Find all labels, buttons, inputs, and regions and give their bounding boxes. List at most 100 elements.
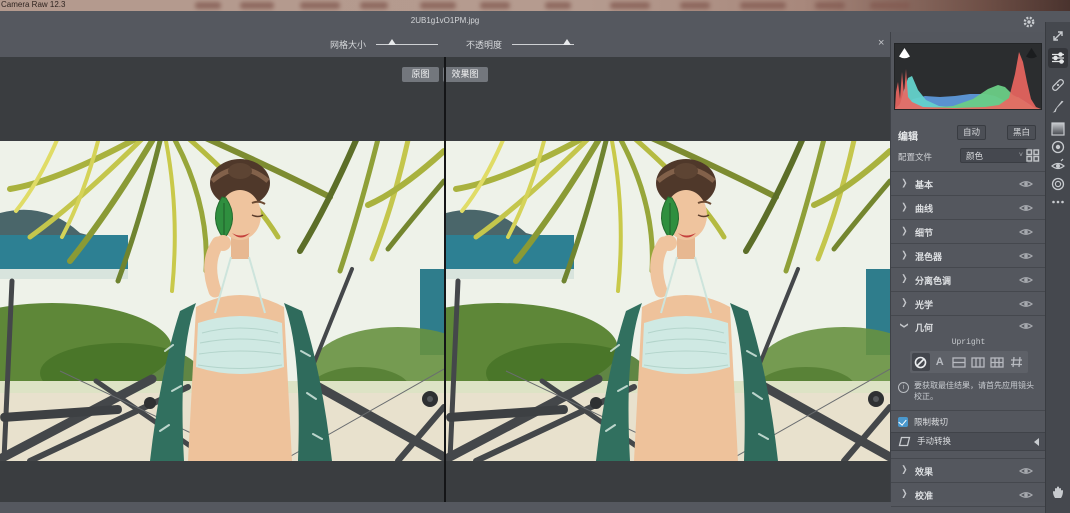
gear-icon[interactable]: [1022, 15, 1036, 29]
adjustment-brush-icon[interactable]: [1050, 99, 1066, 115]
chevron-right-icon: ❯: [901, 274, 907, 284]
edit-sidebar: 编辑 自动 黑白 配置文件 颜色 ˅ ❯ 基本: [890, 32, 1045, 502]
titlebar-blur-item: [300, 2, 340, 9]
titlebar-blur-item: [740, 2, 786, 9]
titlebar-blur-item: [870, 2, 910, 9]
edit-header: 编辑 自动 黑白: [898, 127, 1040, 143]
profile-browser-icon[interactable]: [1026, 149, 1040, 162]
red-eye-icon[interactable]: [1050, 158, 1066, 174]
eye-icon[interactable]: [1019, 490, 1033, 500]
more-options-icon[interactable]: [1050, 194, 1066, 210]
edit-tool-icon[interactable]: [1048, 48, 1068, 68]
filename-label: 2UB1g1vO1PM.jpg: [0, 16, 890, 25]
edit-title: 编辑: [898, 132, 918, 143]
transform-icon: [898, 436, 911, 447]
checkbox-checked-icon[interactable]: [898, 417, 908, 427]
eye-icon[interactable]: [1019, 203, 1033, 213]
geometry-info: i 要获取最佳结果，请首先应用镜头校正。: [891, 373, 1046, 409]
chevron-right-icon: ❯: [901, 202, 907, 212]
chevron-right-icon: ❯: [901, 488, 907, 498]
chevron-right-icon: ❯: [901, 464, 907, 474]
section-optics[interactable]: ❯ 光学: [891, 291, 1046, 315]
hand-tool-icon[interactable]: [1050, 484, 1066, 500]
profile-select[interactable]: 颜色 ˅: [960, 148, 1028, 163]
titlebar-blur-item: [815, 2, 845, 9]
constrain-crop-checkbox[interactable]: 限制裁切: [891, 411, 1046, 432]
titlebar-blur-item: [195, 2, 221, 9]
close-icon[interactable]: ×: [876, 35, 886, 51]
titlebar-blur-item: [420, 2, 456, 9]
upright-guided-icon[interactable]: [1007, 353, 1025, 371]
profile-value: 颜色: [966, 151, 983, 161]
graduated-filter-icon[interactable]: [1050, 121, 1066, 137]
healing-brush-icon[interactable]: [1050, 77, 1066, 93]
snapshots-icon[interactable]: [1050, 176, 1066, 192]
section-color-mixer[interactable]: ❯ 混色器: [891, 243, 1046, 267]
titlebar-blur-item: [680, 2, 710, 9]
section-detail[interactable]: ❯ 细节: [891, 219, 1046, 243]
grid-size-slider[interactable]: [376, 32, 438, 57]
profile-row: 配置文件 颜色 ˅: [898, 151, 1040, 168]
grid-size-label: 网格大小: [330, 38, 366, 51]
chevron-right-icon: ❯: [901, 178, 907, 188]
auto-button[interactable]: 自动: [957, 125, 986, 140]
geometry-panel: Upright A: [891, 335, 1046, 458]
titlebar-blur-item: [360, 2, 388, 9]
spacer: [891, 451, 1046, 458]
upright-vertical-icon[interactable]: [969, 353, 987, 371]
tool-strip: [1045, 22, 1070, 513]
before-view-button[interactable]: 原图: [402, 67, 438, 82]
opacity-label: 不透明度: [466, 38, 502, 51]
toggle-fullscreen-icon[interactable]: [1050, 28, 1066, 44]
collapse-left-icon[interactable]: [1034, 438, 1039, 446]
info-icon: i: [898, 382, 909, 393]
section-geometry[interactable]: ❯ 几何: [891, 315, 1046, 335]
eye-icon[interactable]: [1019, 179, 1033, 189]
section-list: ❯ 基本 ❯ 曲线 ❯ 细节 ❯ 混色器 ❯ 分离色调: [891, 171, 1046, 507]
eye-icon[interactable]: [1019, 227, 1033, 237]
titlebar-blur-item: [240, 2, 274, 9]
radial-filter-icon[interactable]: [1050, 139, 1066, 155]
window-title: Camera Raw 12.3: [1, 0, 65, 9]
titlebar-blur-item: [545, 2, 571, 9]
profile-label: 配置文件: [898, 152, 932, 162]
section-curve[interactable]: ❯ 曲线: [891, 195, 1046, 219]
slider-thumb[interactable]: [388, 39, 396, 45]
geometry-info-text: 要获取最佳结果，请首先应用镜头校正。: [914, 381, 1038, 403]
after-image[interactable]: [446, 141, 890, 461]
eye-icon[interactable]: [1019, 251, 1033, 261]
black-white-button[interactable]: 黑白: [1007, 125, 1036, 140]
eye-icon[interactable]: [1019, 321, 1033, 331]
slider-track: [376, 44, 438, 45]
upright-level-icon[interactable]: [950, 353, 968, 371]
chevron-right-icon: ❯: [901, 298, 907, 308]
before-image[interactable]: [0, 141, 444, 461]
manual-transform-row[interactable]: 手动转换: [891, 432, 1046, 451]
chevron-right-icon: ❯: [901, 250, 907, 260]
dialog-header: 2UB1g1vO1PM.jpg: [0, 11, 1070, 32]
shadow-clipping-icon[interactable]: [898, 47, 911, 59]
upright-auto-icon[interactable]: A: [931, 353, 949, 371]
section-effects[interactable]: ❯ 效果: [891, 458, 1046, 482]
eye-icon[interactable]: [1019, 275, 1033, 285]
upright-label: Upright: [891, 335, 1046, 349]
opacity-slider[interactable]: [512, 32, 574, 57]
chevron-down-icon: ˅: [1019, 149, 1023, 163]
preview-area: 原图 效果图: [0, 57, 890, 502]
highlight-clipping-icon[interactable]: [1025, 47, 1038, 59]
chevron-down-icon: ❯: [900, 322, 909, 329]
upright-mode-group: A: [910, 351, 1028, 373]
titlebar-blur-item: [480, 2, 510, 9]
os-titlebar: Camera Raw 12.3: [0, 0, 1070, 11]
eye-icon[interactable]: [1019, 299, 1033, 309]
eye-icon[interactable]: [1019, 466, 1033, 476]
section-calibration[interactable]: ❯ 校准: [891, 482, 1046, 507]
upright-off-icon[interactable]: [912, 353, 930, 371]
slider-thumb[interactable]: [563, 39, 571, 45]
after-view-button[interactable]: 效果图: [443, 67, 488, 82]
histogram[interactable]: [894, 43, 1042, 110]
upright-full-icon[interactable]: [988, 353, 1006, 371]
section-split-toning[interactable]: ❯ 分离色调: [891, 267, 1046, 291]
section-basic[interactable]: ❯ 基本: [891, 171, 1046, 195]
camera-raw-dialog: 2UB1g1vO1PM.jpg 网格大小 不透明度 × 原图: [0, 11, 1070, 502]
